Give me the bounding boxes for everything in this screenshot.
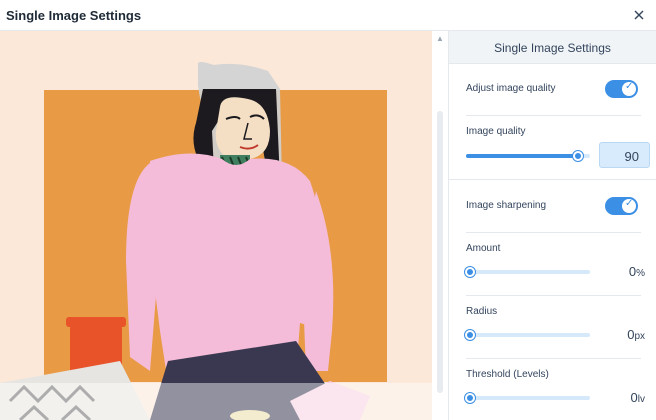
close-icon[interactable]: [630, 6, 648, 24]
radius-label: Radius: [466, 306, 498, 317]
divider: [449, 179, 656, 180]
slider-handle[interactable]: [465, 330, 475, 340]
radius-value: 0px: [627, 327, 645, 342]
divider: [466, 115, 641, 116]
scroll-up-icon[interactable]: ▲: [436, 35, 444, 43]
image-quality-slider[interactable]: [466, 151, 590, 161]
adjust-quality-toggle[interactable]: ✓: [605, 80, 638, 98]
threshold-label: Threshold (Levels): [466, 369, 549, 380]
image-sharpening-toggle[interactable]: ✓: [605, 197, 638, 215]
threshold-value: 0lv: [630, 390, 645, 405]
check-icon: ✓: [625, 198, 634, 209]
preview-fade-overlay: [0, 383, 432, 420]
illustration: [0, 62, 387, 420]
threshold-slider[interactable]: [465, 393, 590, 403]
window-title: Single Image Settings: [6, 8, 142, 23]
divider: [466, 358, 641, 359]
slider-handle[interactable]: [465, 267, 475, 277]
slider-handle[interactable]: [465, 393, 475, 403]
divider: [466, 232, 641, 233]
divider: [466, 295, 641, 296]
radius-unit: px: [634, 331, 645, 342]
slider-fill: [466, 154, 578, 158]
amount-unit: %: [636, 268, 645, 279]
radius-slider[interactable]: [465, 330, 590, 340]
scrollbar-thumb[interactable]: [437, 111, 443, 393]
amount-value: 0%: [628, 264, 645, 279]
panel-header: Single Image Settings: [449, 31, 656, 64]
amount-label: Amount: [466, 243, 501, 254]
settings-panel: Single Image Settings Adjust image quali…: [448, 31, 656, 420]
image-quality-input[interactable]: 90: [599, 142, 650, 168]
image-preview: [0, 31, 432, 420]
threshold-unit: lv: [637, 394, 645, 405]
slider-handle[interactable]: [573, 151, 583, 161]
image-quality-label: Image quality: [466, 126, 526, 137]
check-icon: ✓: [625, 81, 634, 92]
preview-scrollbar[interactable]: ▲: [432, 31, 448, 420]
title-bar: Single Image Settings: [0, 0, 656, 31]
amount-slider[interactable]: [465, 267, 590, 277]
